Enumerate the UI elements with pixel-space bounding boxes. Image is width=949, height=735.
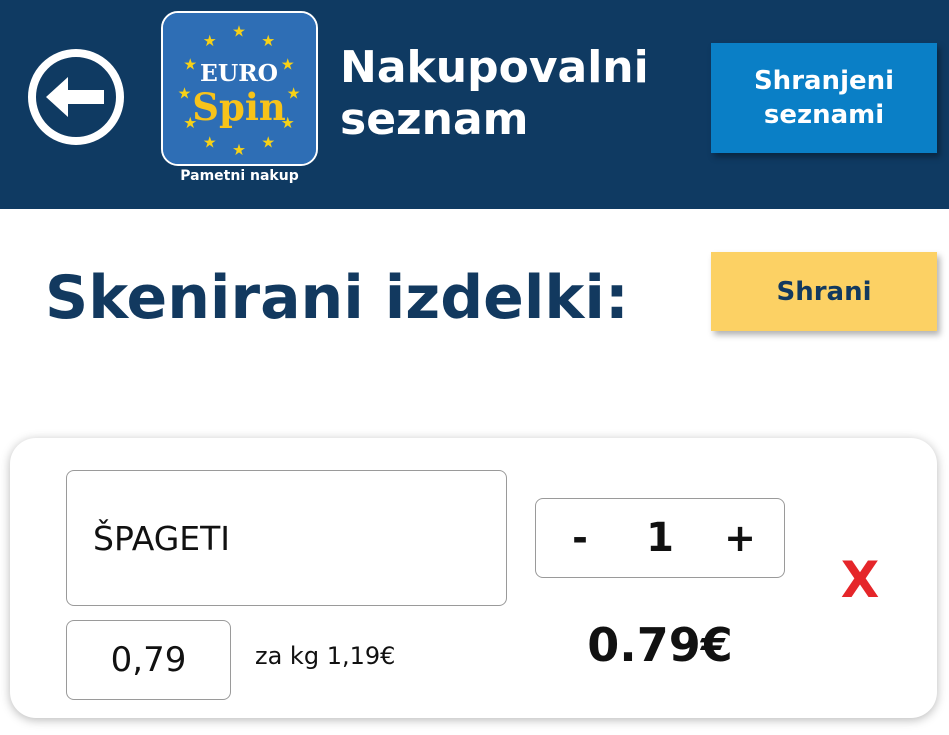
svg-text:★: ★ <box>203 32 217 50</box>
svg-text:★: ★ <box>261 133 275 151</box>
svg-text:★: ★ <box>287 85 301 103</box>
logo-caption: Pametni nakup <box>180 168 299 184</box>
svg-text:★: ★ <box>232 141 246 159</box>
increase-quantity-button[interactable]: + <box>710 508 770 568</box>
list-item: - 1 + X za kg 1,19€ 0.79€ <box>10 438 937 718</box>
back-button[interactable] <box>26 47 126 147</box>
section-title: Skenirani izdelki: <box>45 263 629 333</box>
svg-text:★: ★ <box>177 85 191 103</box>
logo-word-bottom: Spin <box>192 85 286 129</box>
saved-lists-button[interactable]: Shranjeni seznami <box>711 43 937 153</box>
quantity-value: 1 <box>646 515 674 561</box>
decrease-quantity-button[interactable]: - <box>550 508 610 568</box>
price-field[interactable] <box>66 620 231 700</box>
saved-lists-label-line2: seznami <box>763 100 885 130</box>
svg-text:★: ★ <box>203 133 217 151</box>
svg-text:★: ★ <box>183 56 197 74</box>
page-title-line2: seznam <box>340 94 529 145</box>
save-button[interactable]: Shrani <box>711 252 937 331</box>
app-header: ★ ★ ★ ★ ★ ★ ★ ★ ★ ★ ★ ★ EURO Spin Pametn… <box>0 0 949 209</box>
svg-text:★: ★ <box>232 22 246 40</box>
svg-text:★: ★ <box>281 56 295 74</box>
item-name-field[interactable] <box>66 470 507 606</box>
eurospin-logo: ★ ★ ★ ★ ★ ★ ★ ★ ★ ★ ★ ★ EURO Spin <box>161 11 318 166</box>
svg-text:★: ★ <box>261 32 275 50</box>
page-title: Nakupovalni seznam <box>340 42 680 146</box>
unit-price-label: za kg 1,19€ <box>255 642 396 670</box>
quantity-stepper: - 1 + <box>535 498 785 578</box>
item-total-price: 0.79€ <box>587 618 733 672</box>
remove-item-button[interactable]: X <box>836 550 884 610</box>
saved-lists-label-line1: Shranjeni <box>753 66 895 96</box>
logo-word-top: EURO <box>200 59 278 87</box>
page-title-line1: Nakupovalni <box>340 42 649 93</box>
arrow-left-circle-icon <box>28 49 124 145</box>
